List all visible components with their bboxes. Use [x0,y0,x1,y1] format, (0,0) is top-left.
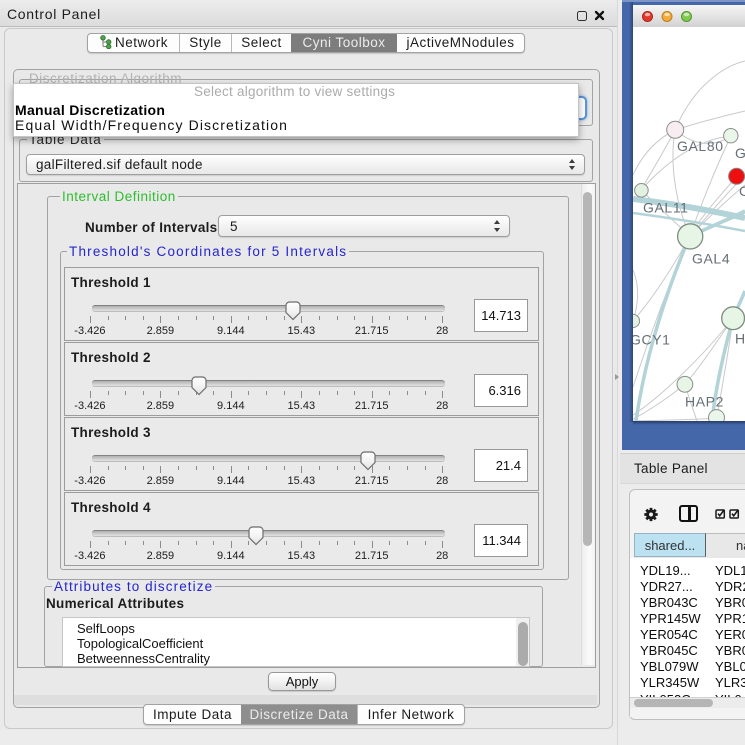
svg-text:C: C [739,183,745,199]
svg-text:GAL4: GAL4 [692,251,730,267]
svg-text:HAP2: HAP2 [685,394,724,410]
svg-text:GCY1: GCY1 [633,332,671,348]
svg-text:GAL11: GAL11 [643,200,689,216]
svg-text:GAL80: GAL80 [677,138,724,154]
svg-text:H: H [735,331,745,347]
svg-text:GA: GA [735,145,745,161]
